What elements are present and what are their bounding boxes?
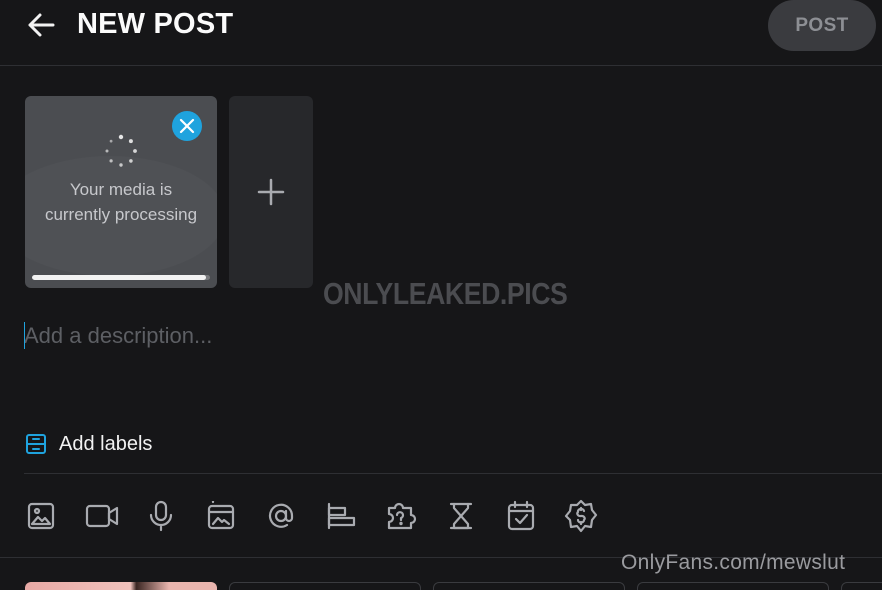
tool-expire-button[interactable] [444, 496, 478, 536]
tool-vault-button[interactable] [204, 496, 238, 536]
price-tag-icon [564, 499, 598, 533]
loading-spinner-icon [105, 134, 137, 167]
mention-icon [268, 503, 294, 528]
post-button[interactable]: POST [768, 0, 876, 51]
header: NEW POST POST [0, 0, 882, 66]
text-align-icon [327, 502, 356, 530]
tool-mention-button[interactable] [264, 496, 298, 536]
add-labels-label: Add labels [59, 432, 153, 455]
video-icon [85, 504, 119, 528]
calendar-icon [507, 500, 535, 531]
arrow-left-icon [28, 13, 55, 37]
close-icon [179, 118, 195, 134]
creator-watermark: OnlyFans.com/mewslut [621, 551, 846, 574]
upload-progress-bar [32, 275, 210, 280]
back-button[interactable] [24, 8, 58, 42]
vault-thumbnail[interactable] [433, 582, 625, 590]
tool-schedule-button[interactable] [504, 496, 538, 536]
vault-thumbnail[interactable] [229, 582, 421, 590]
tool-video-button[interactable] [84, 496, 120, 536]
microphone-icon [149, 500, 173, 532]
divider [24, 473, 882, 474]
tool-image-button[interactable] [24, 496, 58, 536]
vault-thumbnail[interactable] [25, 582, 217, 590]
processing-text: Your media is currently processing [44, 180, 198, 224]
tool-voice-button[interactable] [144, 496, 178, 536]
remove-media-button[interactable] [172, 111, 202, 141]
vault-thumbnail[interactable] [637, 582, 829, 590]
plus-icon [257, 178, 285, 206]
text-caret [24, 322, 25, 349]
label-icon [26, 434, 46, 454]
watermark-overlay: ONLYLEAKED.PICS [323, 276, 568, 311]
tool-align-button[interactable] [324, 496, 358, 536]
page-title: NEW POST [77, 8, 234, 40]
vault-icon [207, 501, 235, 530]
image-icon [27, 502, 55, 530]
add-labels-button[interactable]: Add labels [25, 430, 152, 458]
hourglass-icon [449, 502, 473, 530]
description-input[interactable] [24, 318, 864, 354]
upload-progress-fill [32, 275, 207, 280]
tool-price-button[interactable] [564, 496, 598, 536]
add-media-button[interactable] [229, 96, 313, 288]
tool-quiz-button[interactable] [384, 496, 418, 536]
quiz-icon [387, 502, 417, 530]
vault-thumbnail[interactable] [841, 582, 882, 590]
